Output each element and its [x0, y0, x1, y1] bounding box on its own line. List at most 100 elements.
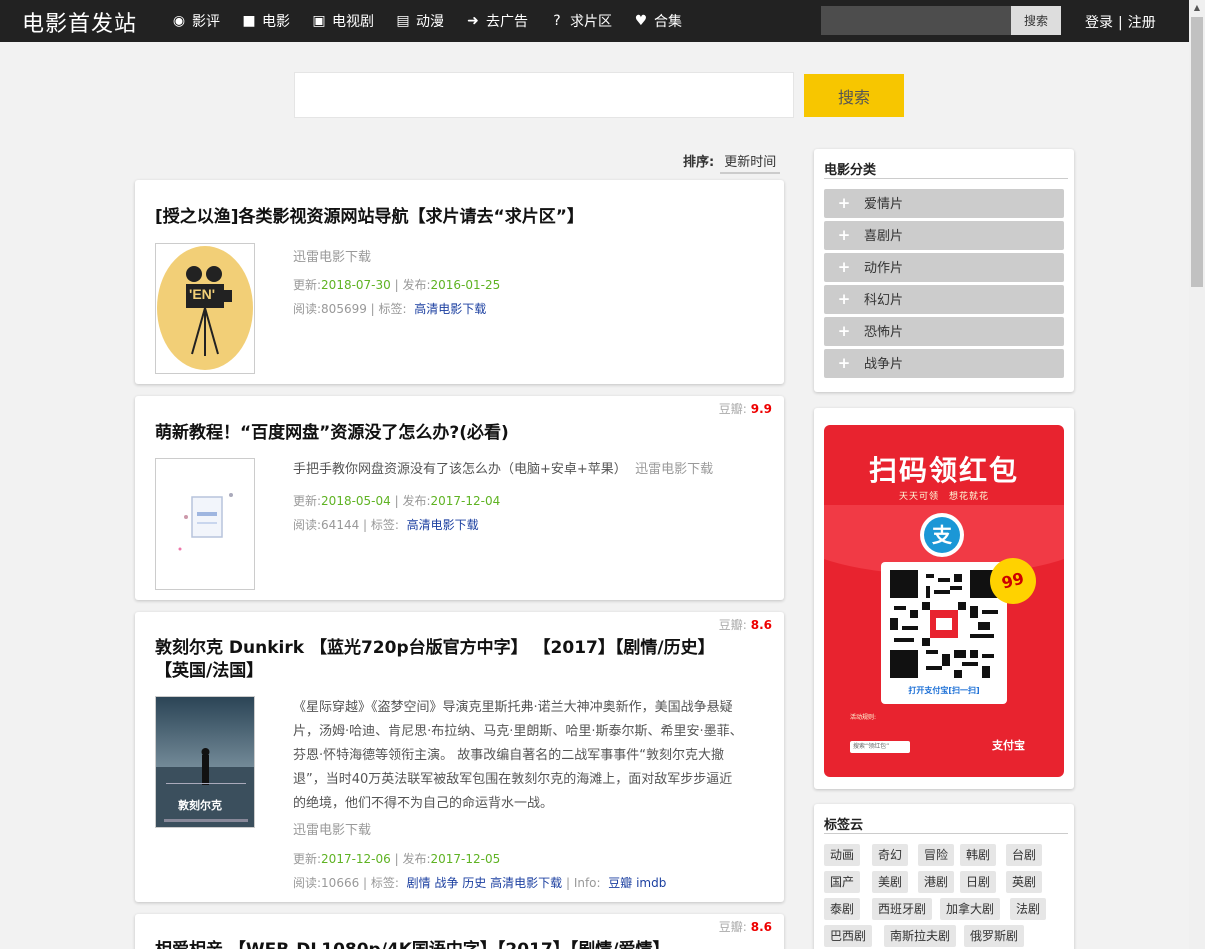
top-search-button[interactable]: 搜索	[1011, 6, 1061, 35]
alipay-red-packet-ad[interactable]: 扫码领红包 天天可领 想花就花 支 打开支付宝[扫一扫] 99 活动规则: 搜索…	[824, 425, 1064, 777]
tag-cloud-title: 标签云	[824, 818, 864, 833]
post-title[interactable]: 相爱相亲 【WEB-DL1080p/4K国语中字】【2017】【剧情/爱情】	[155, 939, 715, 949]
post-card: 豆瓣: 8.6 敦刻尔克 Dunkirk 【蓝光720p台版官方中字】 【2017…	[135, 612, 784, 902]
tag-pill[interactable]: 奇幻	[872, 844, 909, 866]
register-link[interactable]: 注册	[1128, 15, 1156, 31]
page-scrollbar[interactable]: ▲	[1189, 0, 1205, 949]
plus-icon: +	[837, 322, 851, 340]
nav-item-collections[interactable]: ♥ 合集	[632, 11, 682, 31]
published-date: 2017-12-04	[430, 494, 501, 508]
post-download-link[interactable]: 迅雷电影下载	[293, 819, 371, 838]
login-link[interactable]: 登录	[1085, 15, 1113, 31]
post-thumbnail[interactable]: 'EN'	[155, 243, 255, 374]
plus-icon: +	[837, 258, 851, 276]
updated-date: 2018-05-04	[321, 494, 391, 508]
plus-icon: +	[837, 354, 851, 372]
post-thumbnail[interactable]: 敦刻尔克	[155, 696, 255, 828]
tag-pill[interactable]: 俄罗斯剧	[964, 925, 1025, 947]
category-item[interactable]: + 科幻片	[824, 285, 1064, 314]
top-search-input[interactable]	[821, 6, 1011, 35]
tag-pill[interactable]: 韩剧	[960, 844, 997, 866]
post-stats: 阅读:64144 | 标签: 高清电影下载	[293, 518, 479, 532]
tag-pill[interactable]: 加拿大剧	[940, 898, 1001, 920]
tag-pill[interactable]: 国产	[824, 871, 861, 893]
post-download-link[interactable]: 迅雷电影下载	[293, 246, 371, 265]
tag-pill[interactable]: 法剧	[1010, 898, 1047, 920]
main-search-input[interactable]	[294, 72, 794, 118]
post-title[interactable]: 敦刻尔克 Dunkirk 【蓝光720p台版官方中字】 【2017】【剧情/历史…	[155, 637, 715, 683]
nav-item-noads[interactable]: ➜ 去广告	[464, 11, 528, 31]
info-link-imdb[interactable]: imdb	[636, 876, 666, 890]
tag-pill[interactable]: 港剧	[918, 871, 955, 893]
read-count: 64144	[321, 518, 360, 532]
tag-pill[interactable]: 台剧	[1006, 844, 1043, 866]
post-tag[interactable]: 高清电影下载	[490, 876, 562, 890]
post-thumbnail[interactable]	[155, 458, 255, 590]
scroll-thumb[interactable]	[1191, 17, 1203, 287]
auth-links: 登录 | 注册	[1085, 12, 1156, 32]
post-dates: 更新:2017-12-06 | 发布:2017-12-05	[293, 852, 501, 866]
nav-item-anime[interactable]: ▤ 动漫	[394, 11, 444, 31]
post-tag[interactable]: 高清电影下载	[414, 302, 486, 316]
nav-item-tv[interactable]: ▣ 电视剧	[310, 11, 374, 31]
site-logo[interactable]: 电影首发站	[22, 6, 137, 38]
douban-rating: 豆瓣: 9.9	[718, 402, 772, 416]
rating-score: 8.6	[750, 618, 772, 632]
sort-select[interactable]: 更新时间	[720, 151, 781, 174]
category-panel: 电影分类 + 爱情片 + 喜剧片 + 动作片 + 科幻片 + 恐怖片 + 战争片	[814, 149, 1074, 392]
alipay-icon: 支	[920, 513, 964, 557]
updated-date: 2017-12-06	[321, 852, 391, 866]
poster-title-text: 敦刻尔克	[178, 799, 222, 812]
tag-pill[interactable]: 英剧	[1006, 871, 1043, 893]
category-item[interactable]: + 战争片	[824, 349, 1064, 378]
ad-rules: 活动规则:	[850, 714, 877, 721]
read-count: 805699	[321, 302, 367, 316]
tag-pill[interactable]: 动画	[824, 844, 861, 866]
tag-pill[interactable]: 西班牙剧	[872, 898, 933, 920]
tag-pill[interactable]: 冒险	[918, 844, 955, 866]
question-icon: ?	[553, 13, 561, 29]
post-tag[interactable]: 高清电影下载	[407, 518, 479, 532]
info-link-douban[interactable]: 豆瓣	[608, 876, 632, 890]
category-panel-title: 电影分类	[824, 163, 877, 178]
qr-caption: 打开支付宝[扫一扫]	[908, 686, 980, 695]
ad-panel: 扫码领红包 天天可领 想花就花 支 打开支付宝[扫一扫] 99 活动规则: 搜索…	[814, 408, 1074, 789]
tag-pill[interactable]: 巴西剧	[824, 925, 873, 947]
tag-cloud-panel: 标签云 动画 奇幻 冒险 韩剧 台剧 国产 美剧 港剧 日剧 英剧 泰剧 西班牙…	[814, 804, 1074, 949]
category-item[interactable]: + 恐怖片	[824, 317, 1064, 346]
nav-item-movies[interactable]: ■ 电影	[240, 11, 290, 31]
post-title[interactable]: [授之以渔]各类影视资源网站导航【求片请去“求片区”】	[155, 206, 715, 229]
tag-pill[interactable]: 日剧	[960, 871, 997, 893]
rating-score: 8.6	[750, 920, 772, 934]
film-reel-icon: ◉	[172, 13, 186, 29]
tag-pill[interactable]: 美剧	[872, 871, 909, 893]
plus-icon: +	[837, 226, 851, 244]
rating-score: 9.9	[750, 402, 772, 416]
post-title[interactable]: 萌新教程！“百度网盘”资源没了怎么办?(必看)	[155, 422, 715, 445]
qr-code-icon	[890, 570, 998, 678]
post-card: 豆瓣:8.6 相爱相亲 【WEB-DL1080p/4K国语中字】【2017】【剧…	[135, 914, 784, 949]
post-download-link[interactable]: 迅雷电影下载	[635, 462, 713, 477]
qr-card: 打开支付宝[扫一扫]	[881, 562, 1007, 704]
tag-pill[interactable]: 泰剧	[824, 898, 861, 920]
scroll-up-arrow-icon[interactable]: ▲	[1189, 0, 1205, 16]
tv-icon: ▣	[312, 13, 326, 29]
category-item[interactable]: + 动作片	[824, 253, 1064, 282]
sort-control: 排序: 更新时间	[683, 151, 781, 174]
nav-item-requests[interactable]: ? 求片区	[548, 11, 612, 31]
arrow-right-icon: ➜	[467, 13, 479, 29]
divider	[824, 833, 1068, 834]
plus-icon: +	[837, 290, 851, 308]
camera-icon: ■	[242, 13, 256, 29]
post-tag[interactable]: 历史	[462, 876, 486, 890]
tag-pill[interactable]: 南斯拉夫剧	[884, 925, 957, 947]
category-item[interactable]: + 爱情片	[824, 189, 1064, 218]
post-tag[interactable]: 战争	[434, 876, 458, 890]
post-stats: 阅读:805699 | 标签: 高清电影下载	[293, 302, 487, 316]
main-search-button[interactable]: 搜索	[804, 74, 904, 117]
nav-item-reviews[interactable]: ◉ 影评	[170, 11, 220, 31]
post-tag[interactable]: 剧情	[407, 876, 431, 890]
alipay-logo: 支付宝	[992, 739, 1025, 752]
read-count: 10666	[321, 876, 360, 890]
category-item[interactable]: + 喜剧片	[824, 221, 1064, 250]
